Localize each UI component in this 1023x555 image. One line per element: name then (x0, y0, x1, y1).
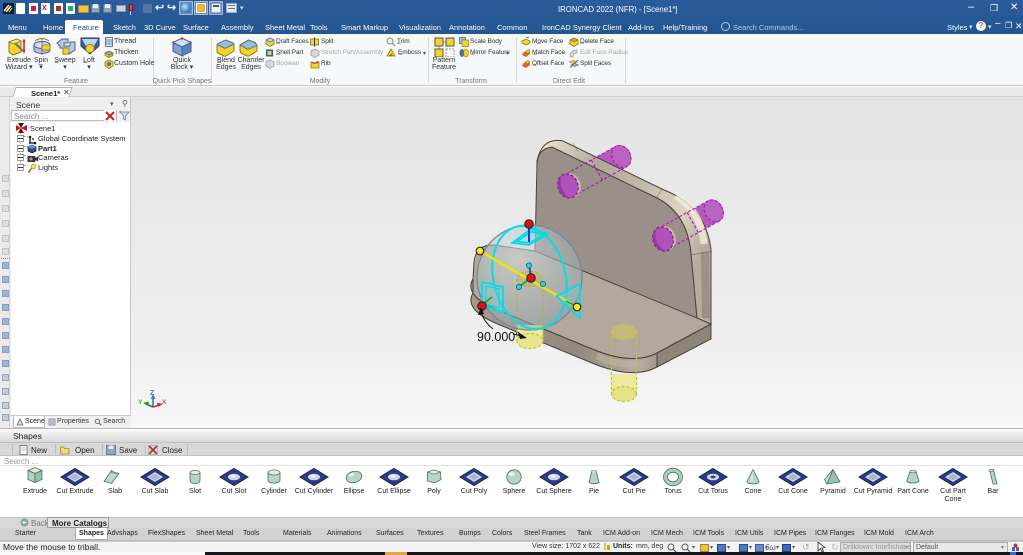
svg-text:Z: Z (150, 390, 155, 397)
svg-text:Y: Y (138, 399, 143, 406)
svg-text:90.000°: 90.000° (477, 330, 520, 344)
svg-text:X: X (162, 399, 167, 406)
